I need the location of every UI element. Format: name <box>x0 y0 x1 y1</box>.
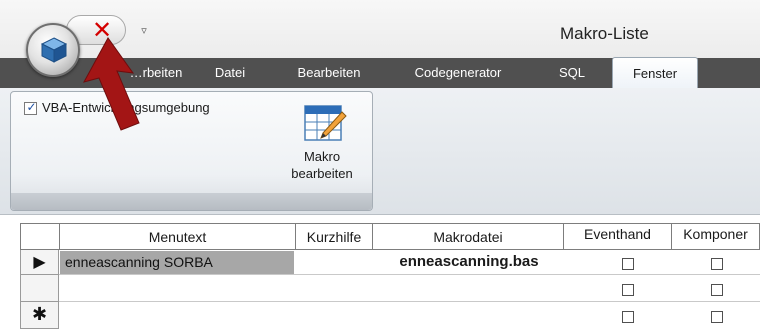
window-title: Makro-Liste <box>560 24 649 43</box>
komponenten-checkbox[interactable] <box>711 284 723 296</box>
cell-menutext[interactable]: enneascanning SORBA <box>60 251 294 274</box>
application-menu-button[interactable] <box>26 23 80 77</box>
tab-bearbeiten-partial[interactable]: …rbeiten <box>120 58 192 88</box>
close-x-icon[interactable]: ✕ <box>90 18 114 42</box>
tab-datei[interactable]: Datei <box>200 58 260 88</box>
tab-bearbeiten[interactable]: Bearbeiten <box>284 58 374 88</box>
tab-sql[interactable]: SQL <box>546 58 598 88</box>
table-row[interactable] <box>59 275 760 302</box>
edit-table-icon <box>304 105 347 141</box>
tab-fenster[interactable]: Fenster <box>612 57 698 89</box>
eventhand-checkbox[interactable] <box>622 258 634 270</box>
vba-checkbox[interactable] <box>24 100 38 115</box>
column-header-kurzhilfe[interactable]: Kurzhilfe <box>295 223 373 250</box>
eventhand-checkbox[interactable] <box>622 284 634 296</box>
makro-label-line2: bearbeiten <box>291 166 353 181</box>
column-header-eventhand[interactable]: Eventhand <box>563 223 672 250</box>
ribbon-group-footer <box>11 193 372 210</box>
row-indicator[interactable] <box>20 275 59 302</box>
column-header-makrodatei[interactable]: Makrodatei <box>372 223 564 250</box>
column-header-komponenten[interactable]: Komponer <box>671 223 760 250</box>
column-header-menutext[interactable]: Menutext <box>59 223 296 250</box>
komponenten-checkbox[interactable] <box>711 258 723 270</box>
table-row[interactable] <box>59 302 760 329</box>
komponenten-checkbox[interactable] <box>711 311 723 323</box>
makro-label-line1: Makro <box>303 149 341 164</box>
row-indicator[interactable]: ▶ <box>20 250 59 275</box>
cell-makrodatei[interactable]: enneascanning.bas <box>375 251 563 274</box>
eventhand-checkbox[interactable] <box>622 311 634 323</box>
cube-icon <box>40 37 68 63</box>
vba-checkbox-label: VBA-Entwicklungsumgebung <box>42 100 210 115</box>
makro-bearbeiten-label: Makro bearbeiten <box>272 148 372 182</box>
tab-codegenerator[interactable]: Codegenerator <box>398 58 518 88</box>
customize-dropdown-icon[interactable]: ▿ <box>138 24 150 38</box>
new-row-indicator[interactable]: ✱ <box>20 302 59 329</box>
grid-corner[interactable] <box>20 223 60 250</box>
